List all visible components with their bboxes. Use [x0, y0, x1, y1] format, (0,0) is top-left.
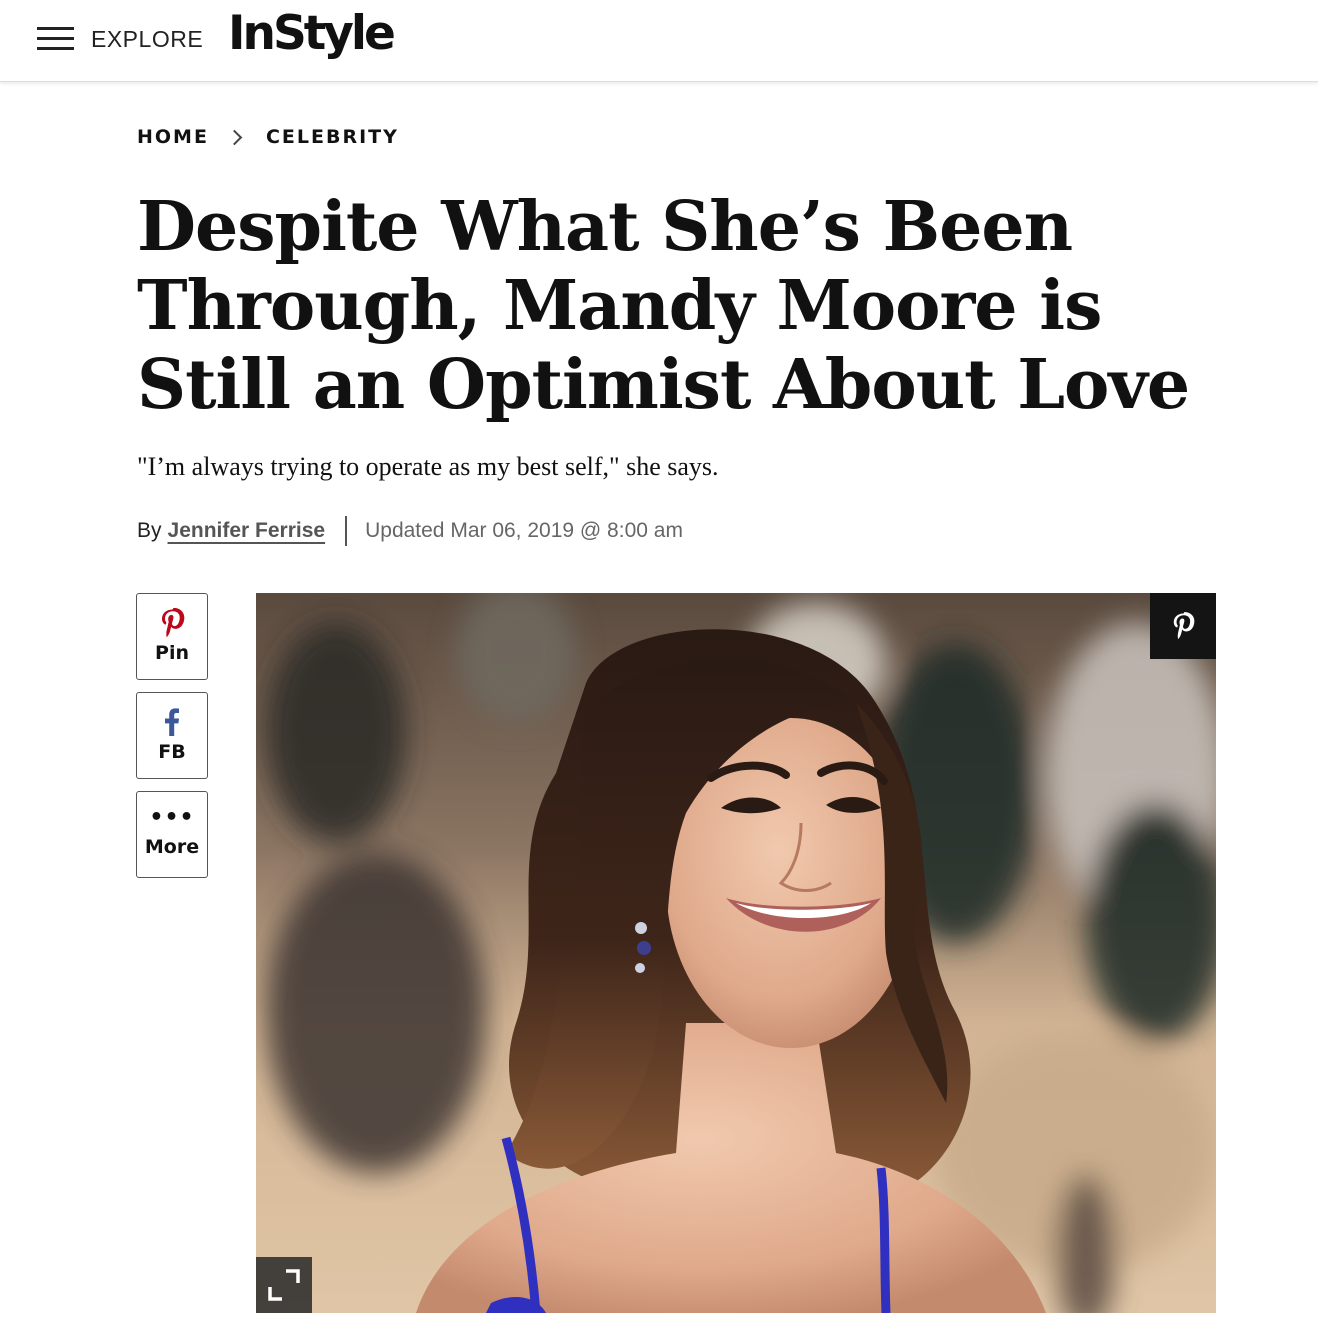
hero-image[interactable] [256, 593, 1216, 1313]
share-more-button[interactable]: ••• More [136, 791, 208, 878]
byline-divider [345, 516, 348, 546]
image-pinterest-button[interactable] [1150, 593, 1216, 659]
author-link[interactable]: Jennifer Ferrise [168, 519, 326, 543]
site-header: EXPLORE InStyle [0, 0, 1318, 82]
image-expand-button[interactable] [256, 1257, 312, 1313]
expand-icon [256, 1257, 312, 1313]
share-pinterest-button[interactable]: Pin [136, 593, 208, 680]
share-pinterest-label: Pin [155, 642, 189, 664]
hero-photo-illustration [256, 593, 1216, 1313]
facebook-icon [137, 707, 207, 737]
pinterest-icon [1171, 611, 1195, 641]
pinterest-icon [137, 607, 207, 638]
breadcrumb-celebrity-link[interactable]: CELEBRITY [266, 126, 399, 148]
byline: By Jennifer Ferrise Updated Mar 06, 2019… [137, 515, 683, 547]
site-logo[interactable]: InStyle [228, 6, 396, 61]
updated-date: Updated Mar 06, 2019 @ 8:00 am [365, 519, 683, 542]
hamburger-menu-icon[interactable] [37, 27, 74, 50]
chevron-right-icon [226, 129, 243, 145]
explore-menu-button[interactable]: EXPLORE [91, 26, 203, 53]
article-dek: "I’m always trying to operate as my best… [137, 452, 719, 481]
share-facebook-label: FB [158, 741, 186, 763]
ellipsis-icon: ••• [149, 805, 195, 830]
share-more-label: More [144, 836, 200, 858]
breadcrumb-home-link[interactable]: HOME [137, 126, 209, 148]
byline-prefix: By [137, 519, 162, 542]
breadcrumb: HOME CELEBRITY [137, 123, 399, 151]
share-facebook-button[interactable]: FB [136, 692, 208, 779]
article-headline: Despite What She’s Been Through, Mandy M… [137, 187, 1190, 425]
